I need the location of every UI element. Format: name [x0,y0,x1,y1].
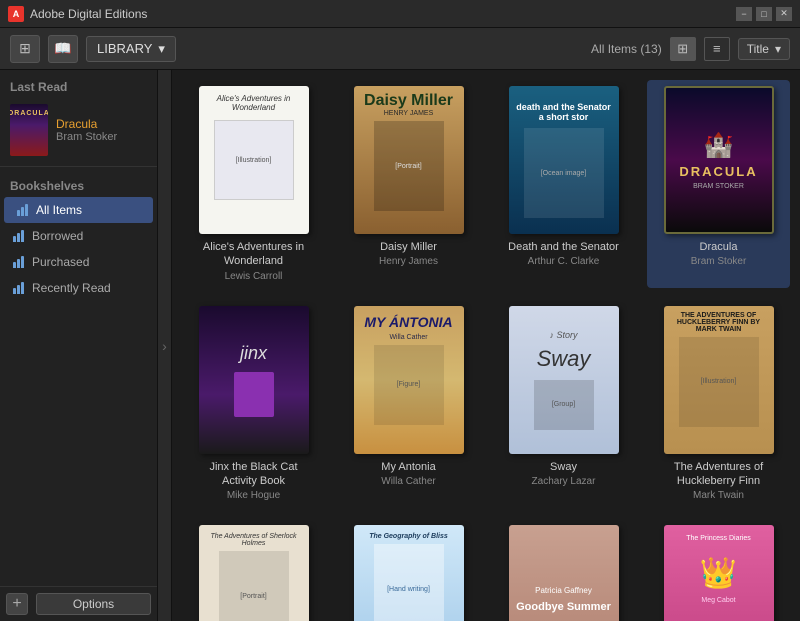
grid-view-button[interactable]: ⊞ [670,37,696,61]
sidebar-item-borrowed[interactable]: Borrowed [0,223,157,249]
all-items-label: All Items [36,203,82,217]
sort-dropdown[interactable]: Title ▾ [738,38,790,60]
book-title-alice: Alice's Adventures in Wonderland [194,240,314,269]
book-cover-death: death and the Senator a short stor [Ocea… [509,86,619,234]
book-author-antonia: Willa Cather [381,476,435,487]
sidebar-bottom: + Options [0,586,157,621]
book-grid: Alice's Adventures in Wonderland [Illust… [182,80,790,621]
book-cover-bliss: The Geography of Bliss [Hand writing] [354,525,464,621]
book-item-bliss[interactable]: The Geography of Bliss [Hand writing] Th… [337,519,480,621]
purchased-icon [10,256,26,268]
book-cover-alice: Alice's Adventures in Wonderland [Illust… [199,86,309,234]
last-read-title: Dracula [56,117,147,131]
book-item-holmes[interactable]: The Adventures of Sherlock Holmes [Portr… [182,519,325,621]
book-item-dracula[interactable]: 🏰 DRACULA BRAM STOKER Dracula Bram Stoke… [647,80,790,288]
main-layout: Last Read Dracula Bram Stoker Bookshelve… [0,70,800,621]
book-cover-princess: The Princess Diaries 👑 Meg Cabot [664,525,774,621]
last-read-item[interactable]: Dracula Bram Stoker [0,98,157,162]
minimize-button[interactable]: − [736,7,752,21]
window-title: Adobe Digital Editions [30,7,736,21]
book-author-daisy: Henry James [379,256,438,267]
last-read-cover [10,104,48,156]
book-item-death[interactable]: death and the Senator a short stor [Ocea… [492,80,635,288]
book-item-antonia[interactable]: MY ÁNTONIA Willa Cather [Figure] My Anto… [337,300,480,508]
all-items-icon [14,204,30,216]
book-item-daisy[interactable]: Daisy Miller HENRY JAMES [Portrait] Dais… [337,80,480,288]
bookshelves-section-title: Bookshelves [0,171,157,197]
book-cover-huck: THE ADVENTURES OF HUCKLEBERRY FINN BY MA… [664,306,774,454]
book-view-button[interactable]: 📖 [48,35,78,63]
window-controls: − □ ✕ [736,7,792,21]
book-cover-dracula: 🏰 DRACULA BRAM STOKER [664,86,774,234]
book-author-sway: Zachary Lazar [532,476,596,487]
sidebar-item-recently-read[interactable]: Recently Read [0,275,157,301]
sidebar-item-all-items[interactable]: All Items [4,197,153,223]
book-author-death: Arthur C. Clarke [528,256,600,267]
list-view-button[interactable]: ≡ [704,37,730,61]
book-title-sway: Sway [550,460,577,474]
library-button[interactable]: LIBRARY ▾ [86,36,176,62]
grid-view-small-button[interactable]: ⊞ [10,35,40,63]
add-button[interactable]: + [6,593,28,615]
book-title-huck: The Adventures of Huckleberry Finn [659,460,779,489]
library-dropdown-arrow: ▾ [158,41,165,57]
sidebar-item-purchased[interactable]: Purchased [0,249,157,275]
book-item-huck[interactable]: THE ADVENTURES OF HUCKLEBERRY FINN BY MA… [647,300,790,508]
book-cover-goodbye: Patricia Gaffney Goodbye Summer [509,525,619,621]
toolbar: ⊞ 📖 LIBRARY ▾ All Items (13) ⊞ ≡ Title ▾ [0,28,800,70]
purchased-label: Purchased [32,255,89,269]
title-bar: A Adobe Digital Editions − □ ✕ [0,0,800,28]
maximize-button[interactable]: □ [756,7,772,21]
sidebar-collapse-handle[interactable] [158,70,172,621]
library-label: LIBRARY [97,41,152,56]
book-author-dracula: Bram Stoker [691,256,747,267]
book-title-jinx: Jinx the Black Cat Activity Book [194,460,314,489]
last-read-section-title: Last Read [0,70,157,98]
book-grid-content[interactable]: Alice's Adventures in Wonderland [Illust… [172,70,800,621]
options-button[interactable]: Options [36,593,151,615]
book-author-alice: Lewis Carroll [225,271,283,282]
book-title-antonia: My Antonia [381,460,435,474]
book-item-princess[interactable]: The Princess Diaries 👑 Meg Cabot The Pri… [647,519,790,621]
close-button[interactable]: ✕ [776,7,792,21]
book-item-sway[interactable]: ♪ Story Sway [Group] Sway Zachary Lazar [492,300,635,508]
item-count-label: All Items (13) [591,42,662,56]
book-cover-antonia: MY ÁNTONIA Willa Cather [Figure] [354,306,464,454]
recently-read-icon [10,282,26,294]
book-item-alice[interactable]: Alice's Adventures in Wonderland [Illust… [182,80,325,288]
book-title-dracula: Dracula [700,240,738,254]
sidebar: Last Read Dracula Bram Stoker Bookshelve… [0,70,158,621]
sort-label: Title [747,42,769,56]
book-title-death: Death and the Senator [508,240,619,254]
borrowed-icon [10,230,26,242]
app-icon: A [8,6,24,22]
book-item-jinx[interactable]: jinx Jinx the Black Cat Activity Book Mi… [182,300,325,508]
book-cover-jinx: jinx [199,306,309,454]
book-title-daisy: Daisy Miller [380,240,437,254]
book-item-goodbye[interactable]: Patricia Gaffney Goodbye Summer The Good… [492,519,635,621]
borrowed-label: Borrowed [32,229,83,243]
sort-arrow: ▾ [775,42,781,56]
book-cover-holmes: The Adventures of Sherlock Holmes [Portr… [199,525,309,621]
last-read-author: Bram Stoker [56,131,147,143]
book-cover-sway: ♪ Story Sway [Group] [509,306,619,454]
sidebar-divider [0,166,157,167]
book-cover-daisy: Daisy Miller HENRY JAMES [Portrait] [354,86,464,234]
recently-read-label: Recently Read [32,281,111,295]
book-author-jinx: Mike Hogue [227,490,280,501]
book-author-huck: Mark Twain [693,490,744,501]
